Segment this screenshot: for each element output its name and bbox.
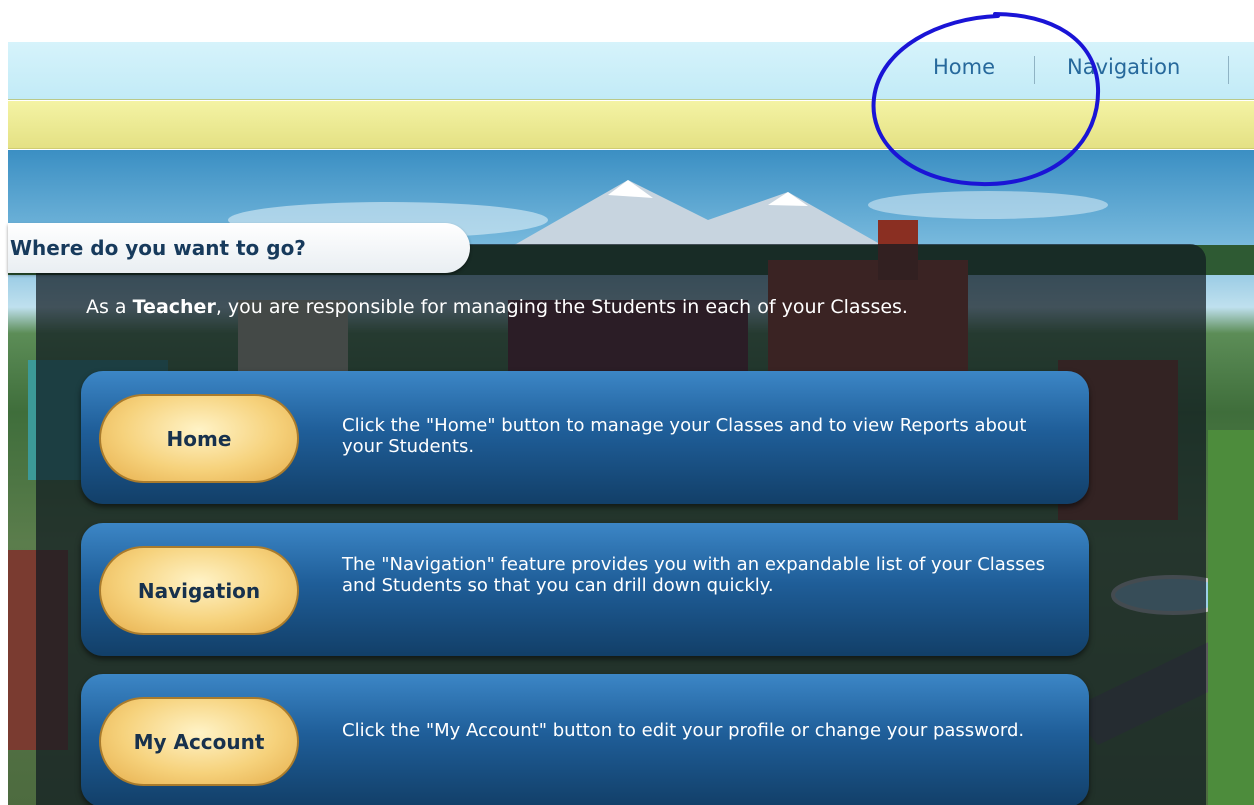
- my-account-description: Click the "My Account" button to edit yo…: [342, 720, 1025, 741]
- navigation-card[interactable]: Navigation The "Navigation" feature prov…: [81, 523, 1089, 656]
- intro-prefix: As a: [86, 296, 133, 318]
- page: Home Navigation Where do you want to go?…: [0, 0, 1254, 805]
- home-button[interactable]: Home: [99, 394, 299, 483]
- intro-role: Teacher: [132, 296, 216, 318]
- home-description: Click the "Home" button to manage your C…: [342, 415, 1027, 457]
- section-title: Where do you want to go?: [10, 236, 306, 260]
- annotation-circle: [871, 12, 1101, 187]
- navigation-button[interactable]: Navigation: [99, 546, 299, 635]
- navigation-description: The "Navigation" feature provides you wi…: [342, 554, 1046, 596]
- nav-separator: [1228, 56, 1229, 84]
- my-account-card[interactable]: My Account Click the "My Account" button…: [81, 674, 1089, 805]
- home-card[interactable]: Home Click the "Home" button to manage y…: [81, 371, 1089, 504]
- my-account-button[interactable]: My Account: [99, 697, 299, 786]
- section-title-tab: Where do you want to go?: [8, 223, 470, 273]
- intro-text: As a Teacher, you are responsible for ma…: [86, 296, 1086, 318]
- intro-suffix: , you are responsible for managing the S…: [215, 296, 908, 318]
